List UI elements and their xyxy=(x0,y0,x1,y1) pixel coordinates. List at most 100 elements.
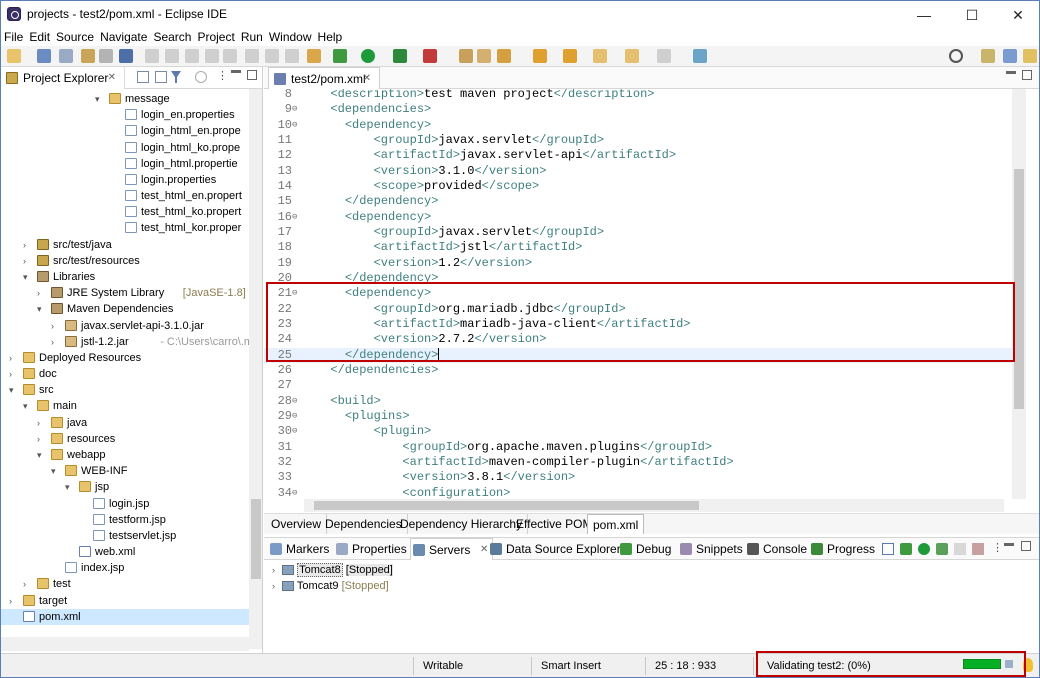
disconnect-icon[interactable] xyxy=(223,49,237,63)
run-icon[interactable] xyxy=(361,49,375,63)
scroll-thumb[interactable] xyxy=(1014,169,1024,409)
code-line[interactable]: 17 <groupId>javax.servlet</groupId> xyxy=(264,225,1012,240)
collapsed-arrow-icon[interactable]: › xyxy=(37,431,40,447)
expand-arrow-icon[interactable]: › xyxy=(272,565,275,575)
open-type-icon[interactable] xyxy=(81,49,95,63)
collapsed-arrow-icon[interactable]: › xyxy=(37,415,40,431)
tree-item[interactable]: › java xyxy=(1,415,249,431)
menu-window[interactable]: Window xyxy=(266,29,315,46)
collapsed-arrow-icon[interactable]: › xyxy=(9,350,12,366)
code-line[interactable]: 18 <artifactId>jstl</artifactId> xyxy=(264,240,1012,255)
collapsed-arrow-icon[interactable]: › xyxy=(37,285,40,301)
project-explorer-scrollbar[interactable] xyxy=(249,89,262,649)
maximize-editor-icon[interactable] xyxy=(1022,70,1032,80)
expanded-arrow-icon[interactable]: ▾ xyxy=(95,91,100,107)
code-line[interactable]: 19 <version>1.2</version> xyxy=(264,256,1012,271)
new-java-project-icon[interactable] xyxy=(459,49,473,63)
resume-icon[interactable] xyxy=(165,49,179,63)
fold-toggle-icon[interactable]: ⊖ xyxy=(292,409,297,424)
tab-servers[interactable]: Servers ✕ xyxy=(410,538,494,560)
tree-item[interactable]: ▾ Maven Dependencies xyxy=(1,301,249,317)
tree-item[interactable]: testform.jsp xyxy=(1,512,249,528)
collapsed-arrow-icon[interactable]: › xyxy=(9,593,12,609)
code-line[interactable]: 14 <scope>provided</scope> xyxy=(264,179,1012,194)
editor-hscrollbar[interactable] xyxy=(304,499,1004,512)
publish-icon[interactable] xyxy=(972,543,984,555)
code-line[interactable]: 16 ⊖ <dependency> xyxy=(264,210,1012,225)
tree-item[interactable]: › doc xyxy=(1,366,249,382)
terminate-icon[interactable] xyxy=(205,49,219,63)
collapsed-arrow-icon[interactable]: › xyxy=(51,318,54,334)
menu-search[interactable]: Search xyxy=(150,29,194,46)
fold-toggle-icon[interactable]: ⊖ xyxy=(292,118,297,133)
code-line[interactable]: 29 ⊖ <plugins> xyxy=(264,409,1012,424)
code-line[interactable]: 26 </dependencies> xyxy=(264,363,1012,378)
code-line[interactable]: 12 <artifactId>javax.servlet-api</artifa… xyxy=(264,148,1012,163)
save-icon[interactable] xyxy=(37,49,51,63)
step-over-icon[interactable] xyxy=(265,49,279,63)
code-line[interactable]: 15 </dependency> xyxy=(264,194,1012,209)
tree-item[interactable]: ▾ Libraries xyxy=(1,269,249,285)
link-with-editor-icon[interactable] xyxy=(155,71,167,83)
code-line[interactable]: 10 ⊖ <dependency> xyxy=(264,118,1012,133)
code-line[interactable]: 13 <version>3.1.0</version> xyxy=(264,164,1012,179)
java-perspective-icon[interactable] xyxy=(1023,49,1037,63)
code-line[interactable]: 31 <groupId>org.apache.maven.plugins</gr… xyxy=(264,440,1012,455)
tab-pom-xml-source[interactable]: pom.xml xyxy=(587,514,645,534)
expand-arrow-icon[interactable]: › xyxy=(272,581,275,591)
collapse-icon[interactable] xyxy=(882,543,894,555)
view-menu-icon[interactable]: ⋮ xyxy=(992,541,1003,554)
pin-editor-icon[interactable] xyxy=(693,49,707,63)
menu-file[interactable]: File xyxy=(1,29,26,46)
maximize-view-icon[interactable] xyxy=(247,70,257,80)
tree-item[interactable]: ▾ main xyxy=(1,398,249,414)
new-package-icon[interactable] xyxy=(477,49,491,63)
code-line[interactable]: 28 ⊖ <build> xyxy=(264,394,1012,409)
collapsed-arrow-icon[interactable]: › xyxy=(9,366,12,382)
tree-item[interactable]: › jstl-1.2.jar - C:\Users\carro\.m2 xyxy=(1,334,249,350)
tree-item[interactable]: › test xyxy=(1,576,249,592)
tree-item[interactable]: ▾ webapp xyxy=(1,447,249,463)
view-menu-icon[interactable]: ⋮ xyxy=(217,69,228,82)
tab-effective-pom[interactable]: Effective POM xyxy=(511,514,599,534)
open-task-icon[interactable] xyxy=(99,49,113,63)
minimize-view-icon[interactable] xyxy=(231,70,241,73)
tree-item[interactable]: index.jsp xyxy=(1,560,249,576)
fold-toggle-icon[interactable]: ⊖ xyxy=(292,424,297,439)
tree-item[interactable]: ▾ jsp xyxy=(1,479,249,495)
last-edit-icon[interactable] xyxy=(593,49,607,63)
expanded-arrow-icon[interactable]: ▾ xyxy=(23,269,28,285)
scroll-thumb[interactable] xyxy=(314,501,699,510)
tab-data-source-explorer[interactable]: Data Source Explorer xyxy=(488,538,621,560)
profile-server-icon[interactable] xyxy=(936,543,948,555)
menu-run[interactable]: Run xyxy=(238,29,266,46)
expanded-arrow-icon[interactable]: ▾ xyxy=(37,301,42,317)
new-class-icon[interactable] xyxy=(497,49,511,63)
tree-item[interactable]: web.xml xyxy=(1,544,249,560)
fold-toggle-icon[interactable]: ⊖ xyxy=(292,486,297,499)
tree-item[interactable]: ›javax.servlet-api-3.1.0.jar- C:\Us xyxy=(1,318,249,334)
open-perspective-icon[interactable] xyxy=(981,49,995,63)
code-line[interactable]: 27 xyxy=(264,378,1012,393)
tab-debug[interactable]: Debug xyxy=(618,538,671,560)
tab-progress[interactable]: Progress xyxy=(809,538,875,560)
code-line[interactable]: 32 <artifactId>maven-compiler-plugin</ar… xyxy=(264,455,1012,470)
start-server-icon[interactable] xyxy=(918,543,930,555)
collapsed-arrow-icon[interactable]: › xyxy=(51,334,54,350)
collapsed-arrow-icon[interactable]: › xyxy=(23,237,26,253)
maximize-view-icon[interactable] xyxy=(1021,541,1031,551)
tree-item[interactable]: › resources xyxy=(1,431,249,447)
code-line[interactable]: 9 ⊖ <dependencies> xyxy=(264,102,1012,117)
menu-project[interactable]: Project xyxy=(194,29,237,46)
tree-item[interactable]: test_html_kor.proper xyxy=(1,220,249,236)
save-all-icon[interactable] xyxy=(59,49,73,63)
tree-item[interactable]: login.properties xyxy=(1,172,249,188)
fold-toggle-icon[interactable]: ⊖ xyxy=(292,102,297,117)
expanded-arrow-icon[interactable]: ▾ xyxy=(51,463,56,479)
minimize-button[interactable]: — xyxy=(901,1,947,29)
server-row[interactable]: › Tomcat9 [Stopped] xyxy=(272,578,389,594)
tree-item[interactable]: login.jsp xyxy=(1,496,249,512)
tree-item[interactable]: › src/test/resources xyxy=(1,253,249,269)
next-annotation-icon[interactable] xyxy=(533,49,547,63)
suspend-icon[interactable] xyxy=(185,49,199,63)
